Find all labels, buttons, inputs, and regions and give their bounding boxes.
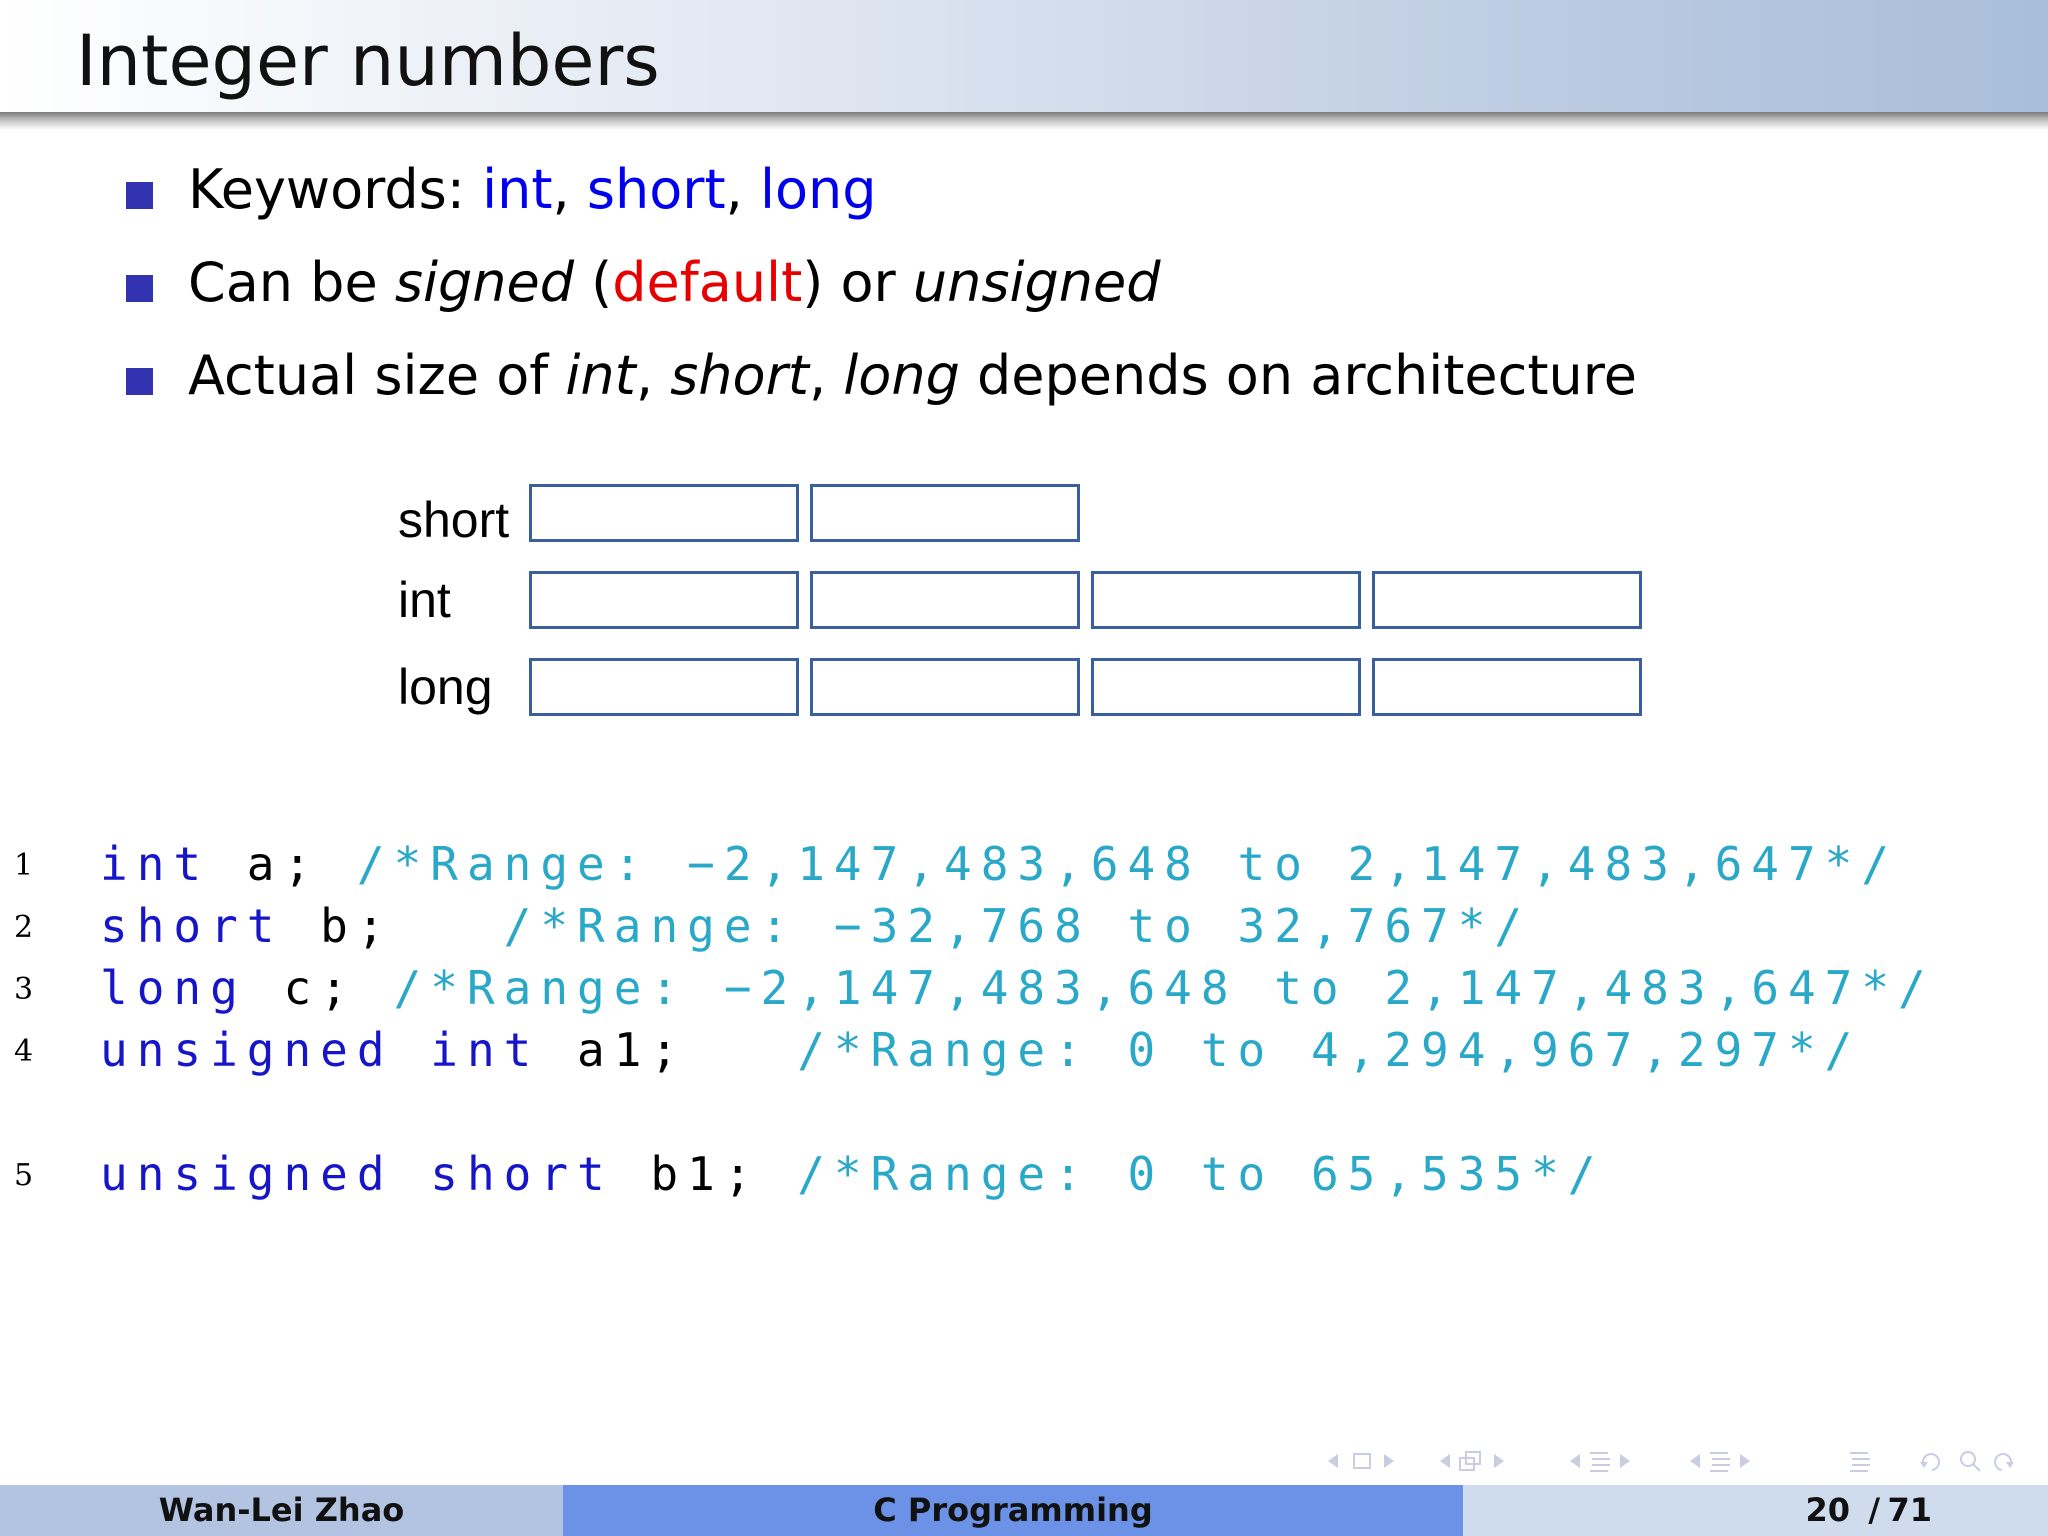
bullet-item: Actual size of int, short, long depends … — [126, 334, 1637, 427]
code-decl: c; — [246, 961, 357, 1015]
bullet-text: depends on architecture — [959, 344, 1637, 407]
line-number: 1 — [14, 848, 34, 883]
code-listing: 1 int a; /*Range: −2,147,483,648 to 2,14… — [0, 0, 1926, 1201]
long-text: long — [843, 344, 960, 407]
label-long: long — [398, 659, 493, 715]
arrow-left-icon[interactable] — [1570, 1454, 1580, 1468]
code-keyword: short — [100, 899, 284, 953]
footer-author: Wan-Lei Zhao — [0, 1485, 563, 1536]
line-number: 5 — [14, 1158, 34, 1193]
footer-page-number: 20 / 71 — [1463, 1485, 2048, 1536]
align-icon[interactable] — [1850, 1452, 1870, 1472]
code-keyword: long — [100, 961, 247, 1015]
byte-cell — [529, 658, 799, 716]
arrow-left-icon[interactable] — [1690, 1454, 1700, 1468]
arrow-right-icon[interactable] — [1384, 1454, 1394, 1468]
separator: , — [808, 344, 844, 407]
subsection-icon[interactable] — [1459, 1451, 1481, 1471]
navigation-symbols — [1328, 1451, 2014, 1472]
bullet-text: ( — [574, 251, 613, 314]
byte-cell — [1372, 658, 1642, 716]
frame-icon[interactable] — [1353, 1453, 1371, 1469]
byte-cell — [810, 658, 1080, 716]
code-keyword: int — [100, 837, 211, 891]
byte-cell — [1091, 571, 1361, 629]
code-decl: b; — [283, 899, 394, 953]
code-comment: /*Range: −2,147,483,648 to 2,147,483,647… — [393, 961, 1935, 1015]
code-keyword: unsigned int — [100, 1023, 541, 1077]
page-total: 71 — [1887, 1491, 1932, 1529]
separator: , — [635, 344, 671, 407]
code-comment: /*Range: 0 to 4,294,967,297*/ — [797, 1023, 1862, 1077]
code-line: unsigned int a1; /*Range: 0 to 4,294,967… — [100, 1020, 1861, 1080]
code-comment: /*Range: 0 to 65,535*/ — [797, 1147, 1605, 1201]
code-comment: /*Range: −2,147,483,648 to 2,147,483,647… — [356, 837, 1899, 891]
redo-icon[interactable] — [1994, 1453, 2014, 1471]
line-number: 3 — [14, 972, 34, 1007]
byte-cell — [1372, 571, 1642, 629]
separator: , — [552, 158, 587, 221]
keyword-int: int — [482, 158, 553, 221]
byte-cell — [529, 571, 799, 629]
code-line: int a; /*Range: −2,147,483,648 to 2,147,… — [100, 834, 1898, 894]
arrow-right-icon[interactable] — [1494, 1454, 1504, 1468]
undo-icon[interactable] — [1920, 1453, 1940, 1471]
default-text: default — [612, 251, 803, 314]
byte-cell — [810, 571, 1080, 629]
code-line: long c; /*Range: −2,147,483,648 to 2,147… — [100, 958, 1935, 1018]
footer-course: C Programming — [563, 1485, 1463, 1536]
short-text: short — [670, 344, 809, 407]
section-icon[interactable] — [1710, 1452, 1730, 1472]
bullet-square-icon — [126, 182, 153, 209]
bullet-text: ) or — [802, 251, 913, 314]
label-short: short — [398, 492, 510, 548]
title-shadow — [0, 112, 2048, 130]
bullet-square-icon — [126, 275, 153, 302]
section-icon[interactable] — [1590, 1452, 1610, 1472]
line-number: 4 — [14, 1034, 34, 1069]
keyword-short: short — [586, 158, 726, 221]
line-number: 2 — [14, 910, 34, 945]
arrow-right-icon[interactable] — [1620, 1454, 1630, 1468]
code-decl: a; — [210, 837, 321, 891]
page-current: 20 — [1805, 1491, 1850, 1529]
search-icon[interactable] — [1960, 1451, 1981, 1472]
code-decl: b1; — [613, 1147, 761, 1201]
arrow-left-icon[interactable] — [1328, 1454, 1338, 1468]
code-keyword: unsigned short — [100, 1147, 614, 1201]
unsigned-text: unsigned — [912, 251, 1161, 314]
bullet-text: Keywords: — [188, 158, 483, 221]
code-line: short b; /*Range: −32,768 to 32,767*/ — [100, 896, 1531, 956]
byte-cell — [529, 484, 799, 542]
arrow-right-icon[interactable] — [1740, 1454, 1750, 1468]
separator: , — [725, 158, 761, 221]
int-text: int — [565, 344, 636, 407]
slide-title: Integer numbers — [76, 20, 660, 102]
byte-cell — [1091, 658, 1361, 716]
bullet-item: Can be signed (default) or unsigned — [126, 241, 1637, 334]
bullet-item: Keywords: int, short, long — [126, 148, 1637, 241]
bullet-text: Can be — [188, 251, 395, 314]
code-comment: /*Range: −32,768 to 32,767*/ — [503, 899, 1532, 953]
page-separator: / — [1868, 1491, 1880, 1529]
code-line: unsigned short b1; /*Range: 0 to 65,535*… — [100, 1144, 1605, 1204]
signed-text: signed — [394, 251, 574, 314]
bullet-square-icon — [126, 368, 153, 395]
keyword-long: long — [760, 158, 877, 221]
bullet-list: Keywords: int, short, long Can be signed… — [126, 148, 1637, 427]
footer-bar: Wan-Lei Zhao C Programming 20 / 71 — [0, 1485, 2048, 1536]
label-int: int — [398, 572, 451, 628]
bullet-text: Actual size of — [188, 344, 566, 407]
arrow-left-icon[interactable] — [1440, 1454, 1450, 1468]
code-decl: a1; — [540, 1023, 688, 1077]
byte-cell — [810, 484, 1080, 542]
